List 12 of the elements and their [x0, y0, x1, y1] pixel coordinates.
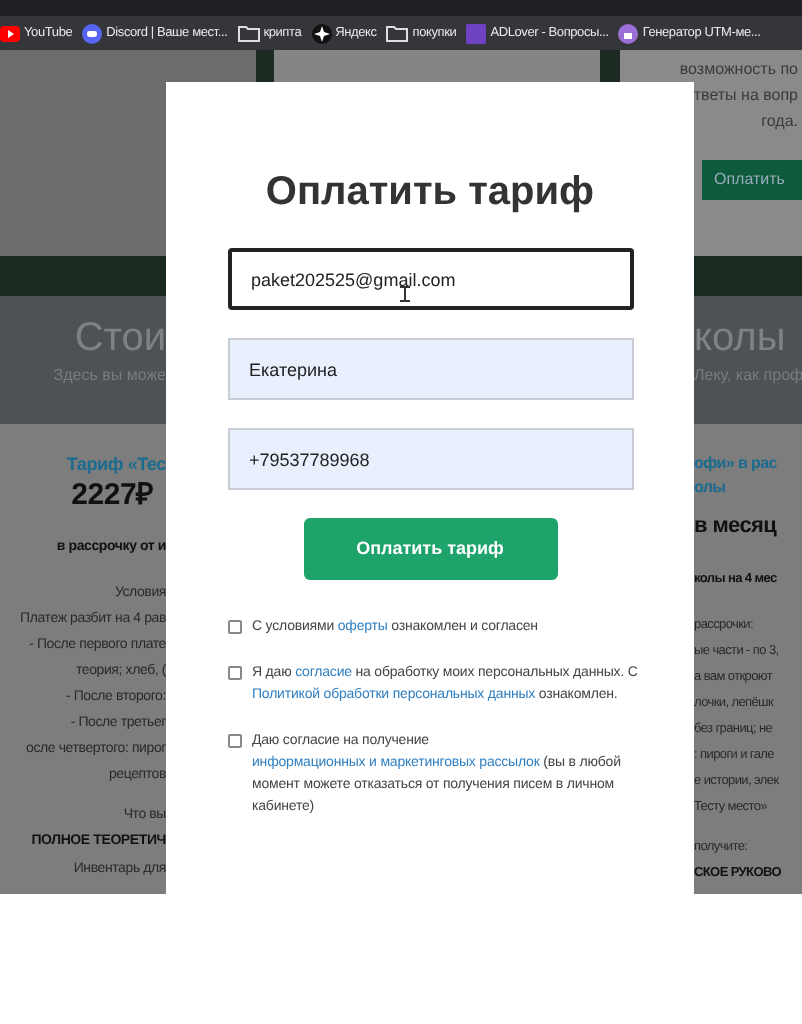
tariff-heading: Тариф «Тес	[66, 452, 166, 476]
input-field[interactable]: +79537789968	[227, 428, 633, 490]
card-text: тветы на вопр	[693, 84, 798, 108]
tariff-price: в месяц	[694, 512, 777, 542]
tariff-heading: офи» в рас	[694, 452, 777, 476]
card-text: года.	[761, 110, 798, 134]
input-field[interactable]: Екатерина	[227, 338, 633, 400]
tariff-heading: олы	[694, 476, 726, 500]
card-text: возможность по	[679, 58, 798, 82]
modal-title: Оплатить тариф	[265, 168, 595, 218]
input-field[interactable]: paket202525@gmail.com	[227, 248, 633, 310]
tariff-price: 2227₽	[71, 476, 156, 516]
